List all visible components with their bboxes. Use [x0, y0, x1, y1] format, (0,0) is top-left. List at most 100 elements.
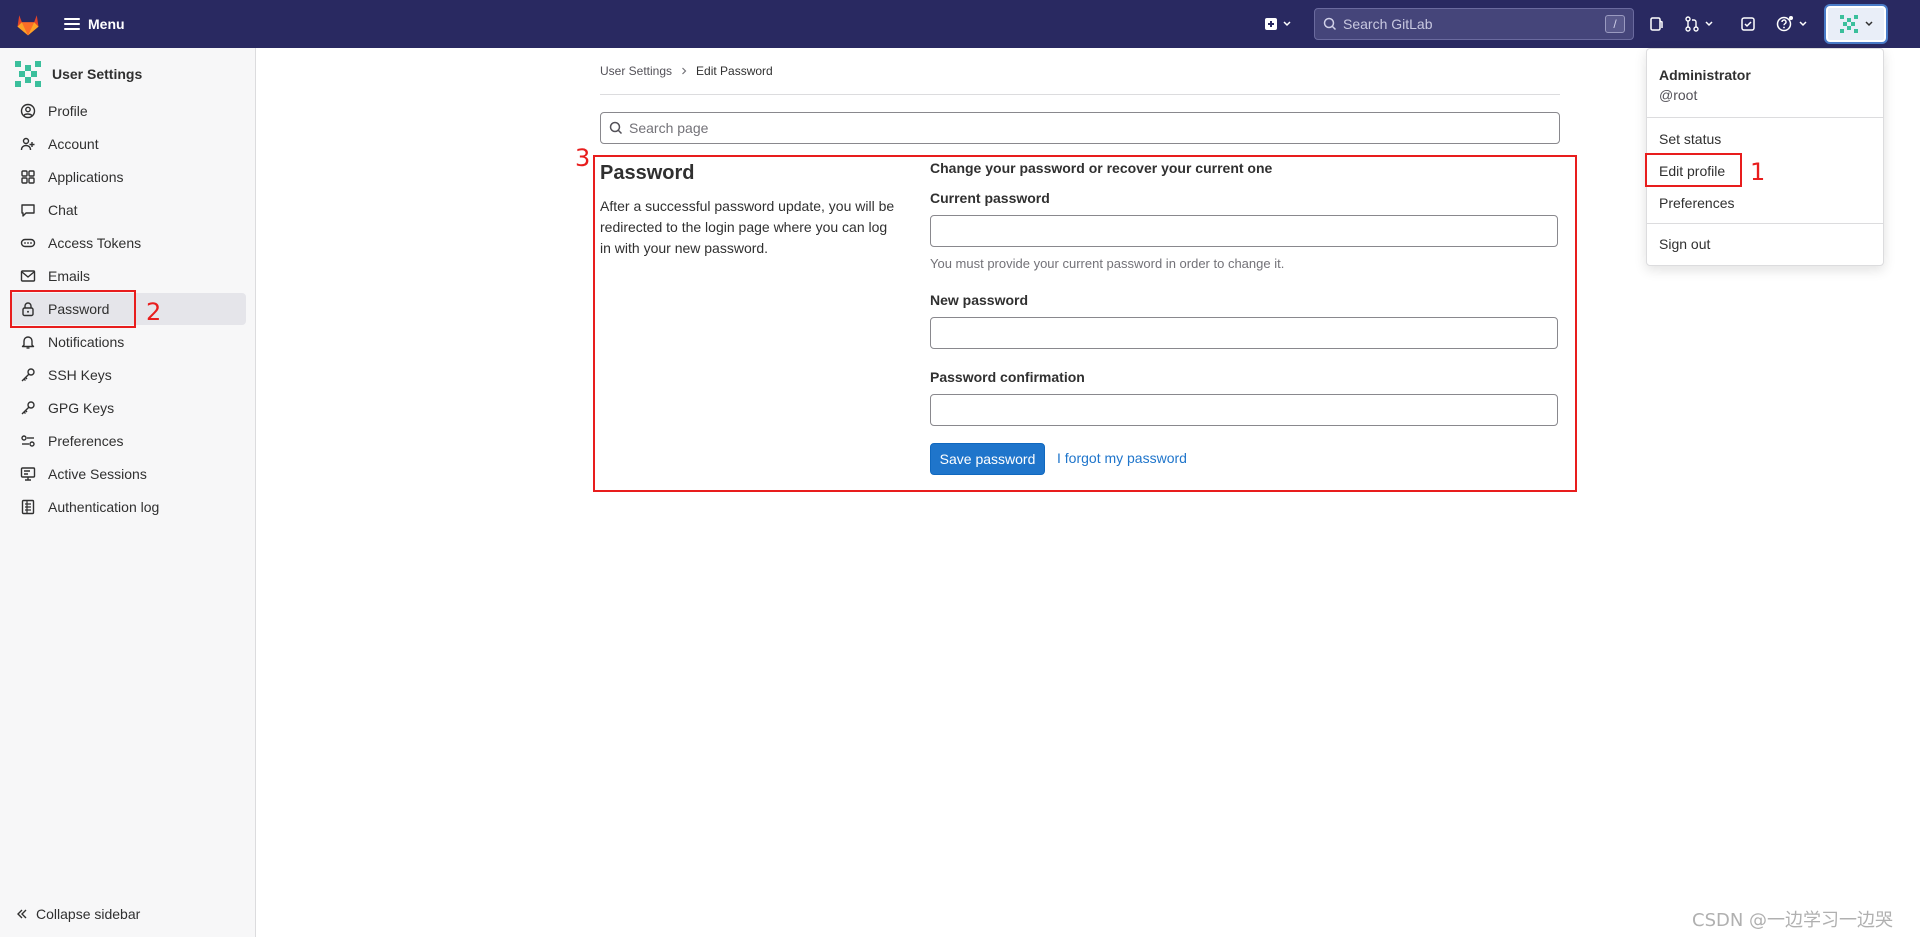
search-placeholder: Search GitLab	[1343, 16, 1433, 32]
user-avatar-button[interactable]	[1826, 6, 1886, 42]
gitlab-logo-icon[interactable]	[14, 10, 42, 38]
sidebar-item-label: Active Sessions	[48, 466, 147, 482]
sidebar-item-label: Authentication log	[48, 499, 160, 515]
merge-requests-button[interactable]	[1684, 14, 1714, 34]
sidebar-item-label: GPG Keys	[48, 400, 115, 416]
save-password-button[interactable]: Save password	[930, 443, 1045, 475]
sidebar-item-label: Notifications	[48, 334, 125, 350]
double-chevron-left-icon	[17, 909, 27, 919]
watermark-text: CSDN @一边学习一边哭	[1692, 910, 1894, 931]
password-confirmation-label: Password confirmation	[930, 369, 1085, 385]
section-description: After a successful password update, you …	[600, 198, 895, 256]
breadcrumb-current: Edit Password	[696, 64, 773, 78]
key-icon	[21, 401, 35, 415]
sidebar-title: User Settings	[52, 66, 143, 82]
sidebar-item-label: Preferences	[48, 433, 124, 449]
log-icon	[21, 499, 35, 515]
search-shortcut-badge: /	[1605, 15, 1625, 33]
collapse-sidebar-button[interactable]: Collapse sidebar	[16, 906, 140, 922]
hamburger-icon	[64, 18, 80, 30]
search-icon	[609, 121, 623, 135]
breadcrumb: User Settings Edit Password	[600, 64, 773, 78]
section-title: Password	[600, 162, 695, 184]
bell-icon	[21, 336, 35, 349]
sidebar-item-active-sessions[interactable]: Active Sessions	[10, 458, 246, 490]
breadcrumb-parent-link[interactable]: User Settings	[600, 64, 672, 78]
token-icon	[20, 238, 36, 248]
preferences-menu-item[interactable]: Preferences	[1659, 195, 1734, 211]
sidebar-item-account[interactable]: Account	[10, 128, 246, 160]
chevron-right-icon	[682, 67, 687, 75]
sidebar-item-chat[interactable]: Chat	[10, 194, 246, 226]
avatar-identicon-icon	[15, 61, 41, 87]
menu-label: Menu	[88, 16, 125, 32]
sidebar-item-applications[interactable]: Applications	[10, 161, 246, 193]
search-page-placeholder: Search page	[629, 120, 709, 136]
set-status-menu-item[interactable]: Set status	[1659, 131, 1721, 147]
menu-button[interactable]: Menu	[64, 12, 125, 36]
sidebar-item-access-tokens[interactable]: Access Tokens	[10, 227, 246, 259]
new-password-input[interactable]	[930, 317, 1558, 349]
chevron-down-icon	[1283, 21, 1291, 27]
sidebar-item-gpg-keys[interactable]: GPG Keys	[10, 392, 246, 424]
sidebar-item-emails[interactable]: Emails	[10, 260, 246, 292]
sidebar-item-label: Applications	[48, 169, 124, 185]
annotation-label-1: 1	[1750, 158, 1766, 186]
current-password-input[interactable]	[930, 215, 1558, 247]
preferences-icon	[21, 435, 35, 447]
settings-sidebar: User Settings Profile Account Applicatio…	[0, 48, 256, 937]
breadcrumb-divider	[600, 94, 1560, 95]
chat-icon	[21, 204, 35, 217]
account-icon	[20, 137, 35, 151]
key-icon	[21, 368, 35, 382]
issues-icon	[1650, 17, 1663, 31]
sidebar-item-profile[interactable]: Profile	[10, 95, 246, 127]
sidebar-item-authentication-log[interactable]: Authentication log	[10, 491, 246, 523]
annotation-label-3: 3	[575, 144, 591, 172]
dropdown-divider	[1647, 223, 1883, 224]
new-password-label: New password	[930, 292, 1029, 308]
sidebar-item-label: Profile	[48, 103, 88, 119]
avatar-identicon-icon	[1840, 15, 1858, 33]
search-page-input[interactable]: Search page	[600, 112, 1560, 144]
plus-square-icon	[1265, 18, 1277, 30]
annotation-box-2	[10, 290, 136, 328]
applications-icon	[21, 170, 35, 184]
sidebar-item-label: Account	[48, 136, 99, 152]
current-password-label: Current password	[930, 190, 1050, 206]
issues-button[interactable]	[1648, 14, 1664, 34]
sidebar-item-notifications[interactable]: Notifications	[10, 326, 246, 358]
sidebar-item-label: Emails	[48, 268, 91, 284]
search-icon	[1323, 17, 1337, 31]
password-confirmation-input[interactable]	[930, 394, 1558, 426]
sidebar-item-ssh-keys[interactable]: SSH Keys	[10, 359, 246, 391]
sidebar-item-label: SSH Keys	[48, 367, 112, 383]
collapse-sidebar-label: Collapse sidebar	[36, 906, 141, 922]
todos-button[interactable]	[1740, 14, 1756, 34]
merge-request-icon	[1685, 16, 1699, 32]
sign-out-menu-item[interactable]: Sign out	[1659, 236, 1710, 252]
dropdown-user-name: Administrator	[1659, 67, 1751, 83]
top-navbar: Menu Search GitLab /	[0, 0, 1920, 48]
sidebar-header[interactable]: User Settings	[12, 58, 142, 90]
chevron-down-icon	[1865, 21, 1873, 27]
chevron-down-icon	[1799, 21, 1807, 27]
sidebar-item-preferences[interactable]: Preferences	[10, 425, 246, 457]
sidebar-item-label: Chat	[48, 202, 78, 218]
annotation-label-2: 2	[146, 298, 162, 326]
todo-checkbox-icon	[1741, 17, 1755, 31]
help-button[interactable]	[1776, 14, 1808, 34]
dropdown-username: @root	[1659, 87, 1698, 103]
chevron-down-icon	[1705, 21, 1713, 27]
current-password-help: You must provide your current password i…	[930, 256, 1285, 271]
sidebar-item-label: Access Tokens	[48, 235, 142, 251]
help-question-icon	[1776, 16, 1793, 32]
mail-icon	[20, 270, 36, 282]
global-search-input[interactable]: Search GitLab /	[1314, 8, 1634, 40]
dropdown-divider	[1647, 117, 1883, 118]
forgot-password-link[interactable]: I forgot my password	[1057, 450, 1187, 466]
user-icon	[20, 103, 36, 119]
annotation-box-1	[1645, 153, 1742, 187]
new-menu-button[interactable]	[1264, 14, 1292, 34]
form-heading: Change your password or recover your cur…	[930, 160, 1273, 176]
